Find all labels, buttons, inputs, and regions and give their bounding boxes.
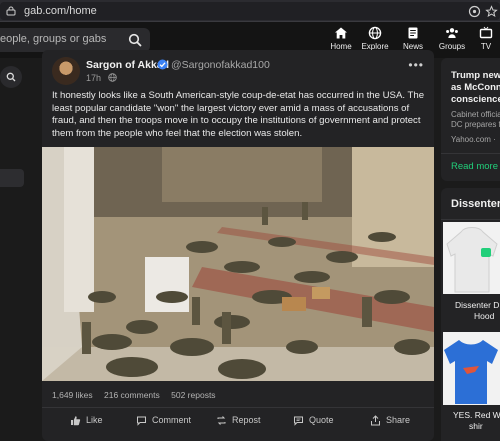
news-snippet-line-2: DC prepares fo <box>451 120 500 129</box>
shop-card-divider <box>441 219 500 220</box>
shop-item-2-line-2: shir <box>469 421 483 431</box>
search-box[interactable]: eople, groups or gabs <box>0 28 150 52</box>
share-button[interactable]: Share <box>371 415 411 426</box>
news-card-snippet: Cabinet officia DC prepares fo <box>451 110 500 130</box>
post-time[interactable]: 17h <box>86 73 101 83</box>
post-divider <box>42 407 434 408</box>
home-icon <box>335 27 347 39</box>
post-stats: 1,649 likes 216 comments 502 reposts <box>52 390 225 400</box>
post-handle[interactable]: @Sargonofakkad100 <box>171 59 270 71</box>
quote-icon <box>294 416 303 426</box>
comments-count[interactable]: 216 comments <box>104 390 160 400</box>
shop-item-image-2[interactable] <box>443 332 500 405</box>
sidebar-pill[interactable] <box>0 169 24 187</box>
shop-item-2-line-1: YES. Red W <box>453 410 500 420</box>
nav-tv[interactable]: TV <box>466 24 500 58</box>
shop-item-1-line-1: Dissenter D <box>455 300 500 310</box>
thumbs-up-icon <box>71 416 81 426</box>
star-icon[interactable] <box>485 5 498 18</box>
post-more-icon[interactable]: ••• <box>408 58 424 72</box>
news-title-line-1: Trump news <box>451 70 500 81</box>
post-card: Sargon of Akkad @Sargonofakkad100 17h ••… <box>42 50 434 441</box>
repost-button[interactable]: Repost <box>217 415 261 425</box>
reposts-count[interactable]: 502 reposts <box>171 390 215 400</box>
news-title-line-3: conscience' <box>451 94 500 105</box>
news-title-line-2: as McConne <box>451 82 500 93</box>
repost-icon <box>217 416 226 425</box>
verified-badge-icon <box>157 59 168 70</box>
shop-item-title-1[interactable]: Dissenter D Hood <box>455 300 499 322</box>
browser-toolbar: gab.com/home <box>0 0 500 22</box>
comment-icon <box>137 416 146 426</box>
globe-icon <box>368 26 382 40</box>
nav-tv-label: TV <box>480 42 492 51</box>
shop-item-1-line-2: Hood <box>474 311 495 321</box>
tshirt-icon <box>444 340 498 404</box>
quote-label: Quote <box>309 415 334 425</box>
like-button[interactable]: Like <box>71 415 103 426</box>
share-icon <box>371 415 380 426</box>
repost-label: Repost <box>232 415 261 425</box>
tv-icon <box>479 26 493 39</box>
post-text: It honestly looks like a South American-… <box>52 90 425 139</box>
news-card[interactable]: Trump news as McConne conscience' Cabine… <box>441 58 500 181</box>
comment-button[interactable]: Comment <box>137 415 192 426</box>
post-image-scene <box>42 147 434 381</box>
news-snippet-line-1: Cabinet officia <box>451 110 500 119</box>
extensions-icon[interactable] <box>468 5 481 18</box>
share-label: Share <box>386 415 411 425</box>
comment-label: Comment <box>152 415 192 425</box>
avatar[interactable] <box>52 57 80 85</box>
groups-icon <box>446 28 458 38</box>
url-text[interactable]: gab.com/home <box>24 5 97 17</box>
news-source: Yahoo.com · <box>451 135 496 144</box>
like-label: Like <box>86 415 103 425</box>
news-card-title[interactable]: Trump news as McConne conscience' <box>451 70 500 106</box>
news-icon <box>408 27 418 39</box>
right-sidebar: Trump news as McConne conscience' Cabine… <box>441 58 500 441</box>
search-circle-button[interactable] <box>0 66 22 88</box>
search-icon <box>6 72 16 82</box>
search-input[interactable]: eople, groups or gabs <box>0 33 106 45</box>
shop-card-title: Dissenter <box>451 198 500 210</box>
quote-button[interactable]: Quote <box>294 415 334 426</box>
left-sidebar <box>0 58 30 441</box>
hoodie-icon <box>446 227 498 293</box>
site-info-icon[interactable] <box>6 6 16 16</box>
shop-item-title-2[interactable]: YES. Red W shir <box>453 410 500 432</box>
news-card-divider <box>441 153 500 154</box>
likes-count[interactable]: 1,649 likes <box>52 390 93 400</box>
public-globe-icon <box>108 73 117 82</box>
search-icon[interactable] <box>128 33 142 47</box>
post-image[interactable] <box>42 147 434 381</box>
address-bar[interactable]: gab.com/home <box>0 2 500 20</box>
shop-card: Dissenter Dissenter D Hood YES. Red W sh… <box>441 188 500 441</box>
shop-item-image-1[interactable] <box>443 222 500 294</box>
read-more-link[interactable]: Read more <box>451 161 498 172</box>
